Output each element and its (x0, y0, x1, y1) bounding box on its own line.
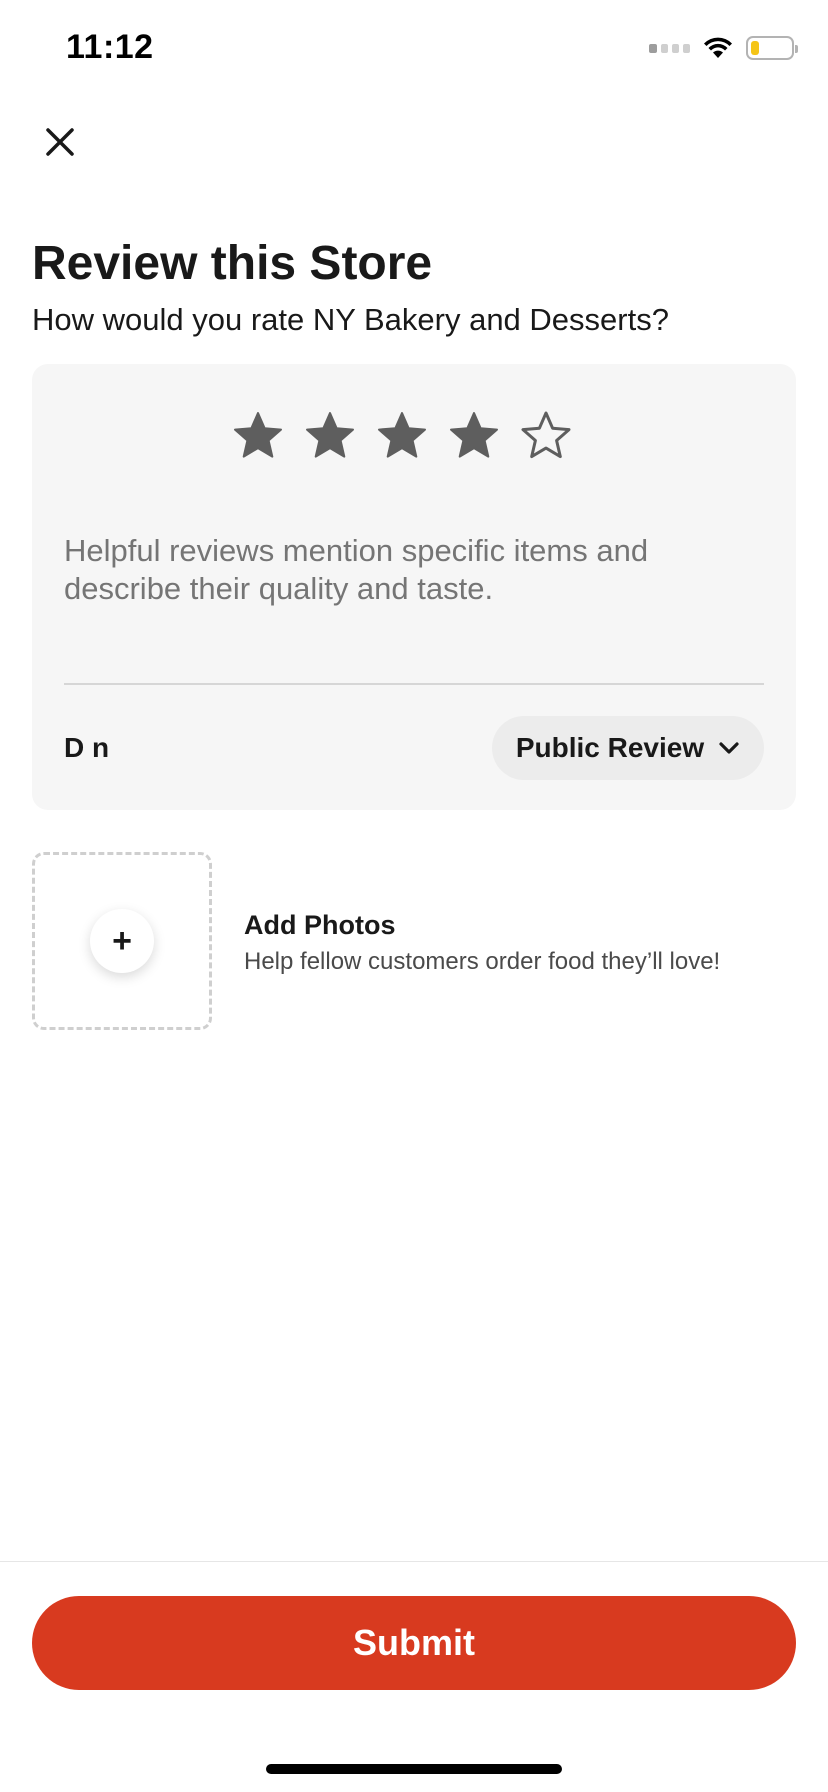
add-photos-title: Add Photos (244, 910, 396, 940)
footer-divider (0, 1561, 828, 1562)
review-card: D n Public Review (32, 364, 796, 810)
author-name: D n (64, 732, 110, 763)
divider (64, 683, 764, 685)
visibility-label: Public Review (515, 732, 705, 763)
page-subtitle: How would you rate NY Bakery and Dessert… (32, 302, 669, 337)
status-bar: 11:12 (0, 0, 828, 100)
star-filled-icon[interactable] (304, 410, 356, 462)
star-filled-icon[interactable] (232, 410, 284, 462)
status-icons (649, 36, 798, 60)
submit-button[interactable]: Submit (32, 1596, 796, 1690)
close-icon[interactable] (38, 120, 82, 164)
page-title: Review this Store (32, 237, 433, 290)
star-filled-icon[interactable] (448, 410, 500, 462)
status-time: 11:12 (66, 28, 154, 66)
add-photo-area[interactable]: + (32, 852, 212, 1030)
wifi-icon (704, 37, 732, 58)
add-photo-button[interactable]: + (90, 909, 154, 973)
battery-level (751, 41, 759, 55)
home-indicator (266, 1764, 562, 1774)
add-photos-subtitle: Help fellow customers order food they’ll… (244, 948, 721, 975)
visibility-dropdown[interactable]: Public Review (492, 716, 764, 780)
cellular-signal-icon (649, 43, 690, 53)
star-rating (232, 410, 572, 462)
review-store-screen: 11:12 Review this Store How would you ra… (0, 0, 828, 1792)
star-empty-icon[interactable] (520, 410, 572, 462)
star-filled-icon[interactable] (376, 410, 428, 462)
battery-icon (746, 36, 798, 60)
chevron-down-icon (719, 742, 739, 754)
review-text-input[interactable] (64, 532, 744, 608)
